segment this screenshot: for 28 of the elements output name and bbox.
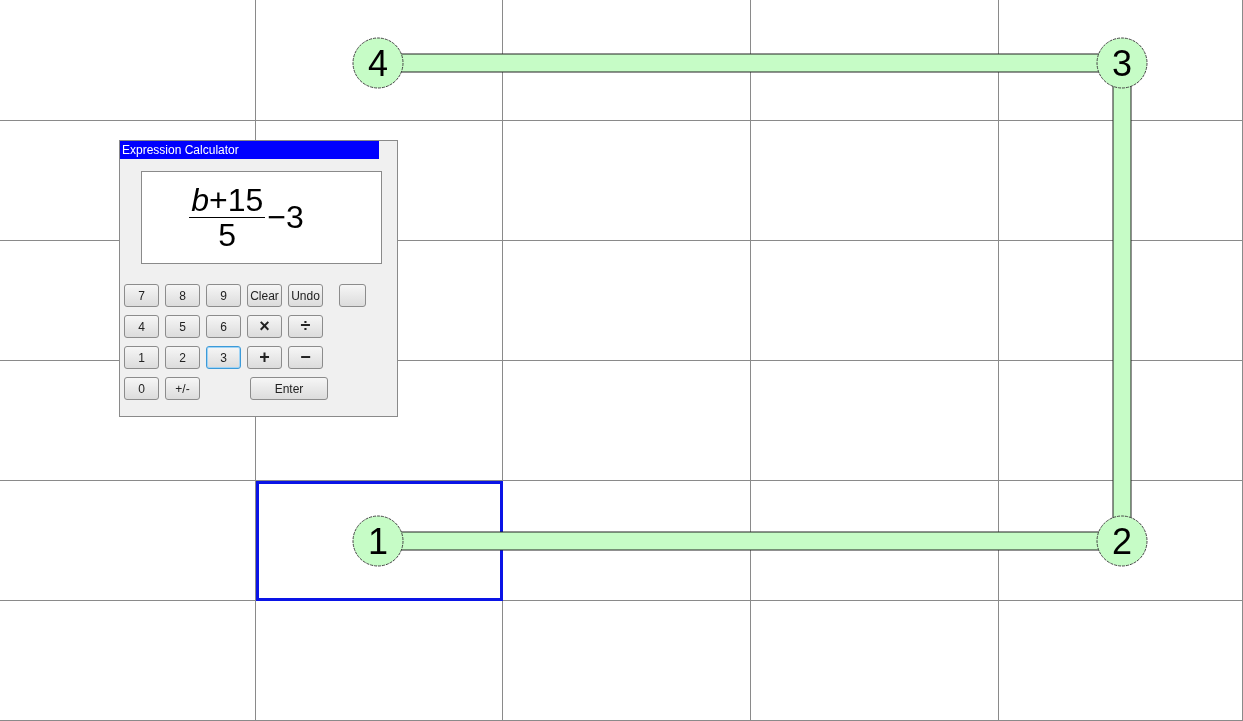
calculator-key[interactable]: Enter [250, 377, 328, 400]
calculator-key[interactable]: +/- [165, 377, 200, 400]
calculator-key[interactable]: − [288, 346, 323, 369]
denominator: 5 [218, 218, 237, 252]
calculator-key[interactable]: Undo [288, 284, 323, 307]
calculator-key[interactable]: 0 [124, 377, 159, 400]
calculator-key[interactable]: 9 [206, 284, 241, 307]
calculator-key[interactable]: 4 [124, 315, 159, 338]
expression-term: −3 [267, 199, 304, 236]
node[interactable]: 1 [352, 515, 404, 567]
calculator-key[interactable]: 8 [165, 284, 200, 307]
calculator-key[interactable]: 1 [124, 346, 159, 369]
calculator-key[interactable]: 6 [206, 315, 241, 338]
numerator: b+15 [189, 183, 266, 218]
calculator-key[interactable]: Clear [247, 284, 282, 307]
node[interactable]: 4 [352, 37, 404, 89]
node[interactable]: 3 [1096, 37, 1148, 89]
node[interactable]: 2 [1096, 515, 1148, 567]
selected-grid-cell[interactable] [256, 481, 503, 601]
window-title: Expression Calculator [120, 141, 379, 159]
calculator-key[interactable]: 5 [165, 315, 200, 338]
calculator-key[interactable]: 7 [124, 284, 159, 307]
calculator-key[interactable]: + [247, 346, 282, 369]
calculator-key[interactable]: × [247, 315, 282, 338]
calculator-key[interactable]: ÷ [288, 315, 323, 338]
calculator-key[interactable]: 3 [206, 346, 241, 369]
blank-button[interactable] [339, 284, 366, 307]
calculator-key[interactable]: 2 [165, 346, 200, 369]
